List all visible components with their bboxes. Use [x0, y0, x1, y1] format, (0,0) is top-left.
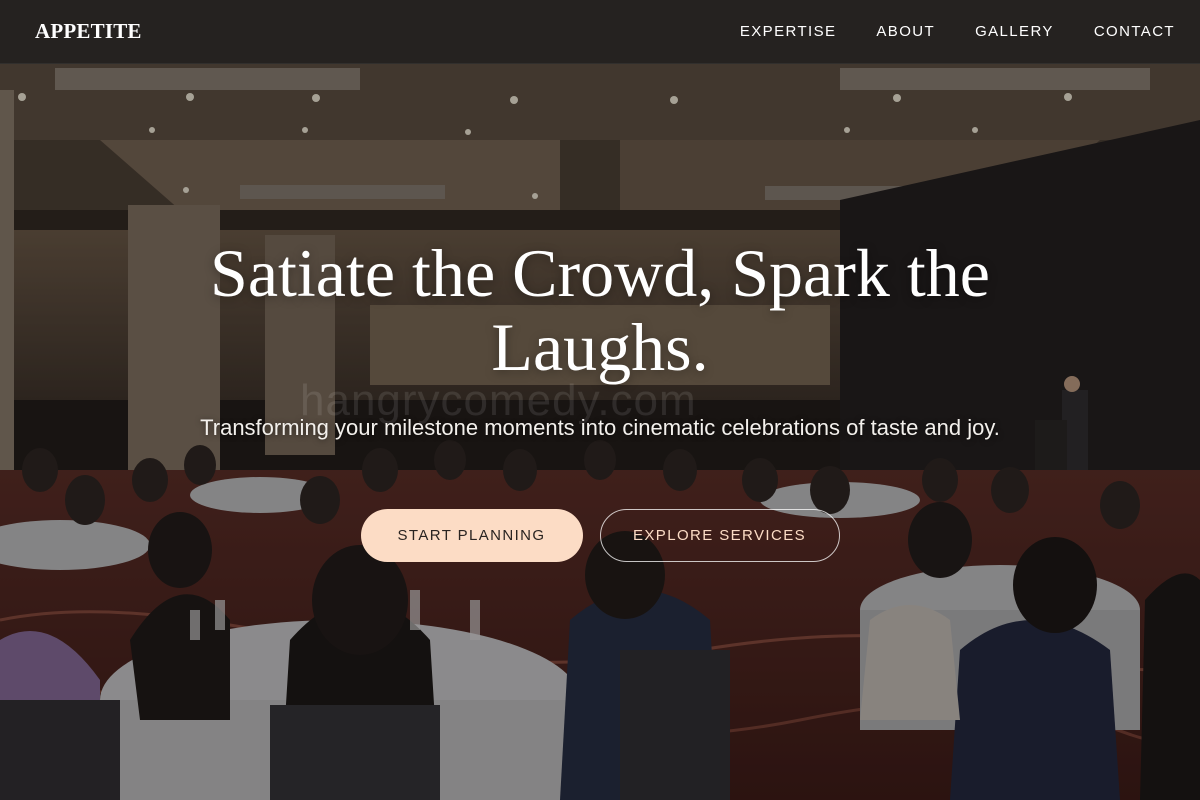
hero-cta-group: START PLANNING EXPLORE SERVICES — [0, 509, 1200, 562]
nav-link-contact[interactable]: CONTACT — [1094, 23, 1175, 40]
main-nav: EXPERTISE ABOUT GALLERY CONTACT — [700, 23, 1175, 40]
start-planning-button[interactable]: START PLANNING — [360, 509, 583, 562]
hero-section: Satiate the Crowd, Spark the Laughs. Tra… — [0, 236, 1200, 444]
site-logo[interactable]: APPETITE — [35, 19, 142, 44]
hero-title: Satiate the Crowd, Spark the Laughs. — [210, 235, 990, 385]
explore-services-button[interactable]: EXPLORE SERVICES — [599, 509, 840, 562]
hero-subtitle: Transforming your milestone moments into… — [200, 415, 1000, 440]
nav-link-about[interactable]: ABOUT — [876, 23, 935, 40]
site-header: APPETITE EXPERTISE ABOUT GALLERY CONTACT — [0, 0, 1200, 64]
nav-link-expertise[interactable]: EXPERTISE — [740, 23, 837, 40]
nav-link-gallery[interactable]: GALLERY — [975, 23, 1054, 40]
